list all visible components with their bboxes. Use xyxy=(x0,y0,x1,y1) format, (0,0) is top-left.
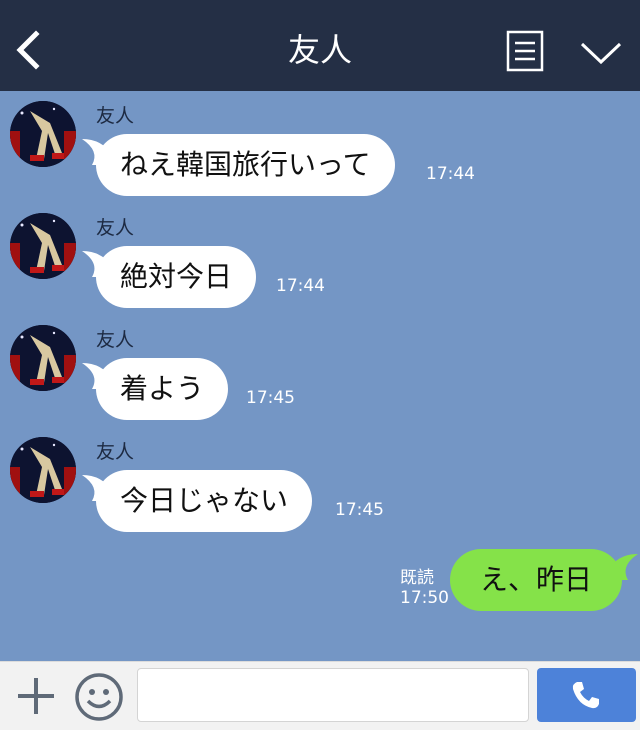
avatar-image xyxy=(10,213,76,279)
chat-header: 友人 xyxy=(0,0,640,91)
outgoing-message-bubble[interactable]: え、昨日 xyxy=(450,549,622,611)
message-time: 17:45 xyxy=(246,388,295,408)
avatar-image xyxy=(10,101,76,167)
message-row: 友人 今日じゃない 17:45 xyxy=(0,427,640,537)
sender-name: 友人 xyxy=(96,105,135,127)
smiley-icon xyxy=(75,673,123,721)
sender-name: 友人 xyxy=(96,217,135,239)
message-bubble[interactable]: 今日じゃない xyxy=(96,470,313,532)
emoji-button[interactable] xyxy=(74,672,124,722)
menu-list-icon xyxy=(506,30,544,72)
expand-button[interactable] xyxy=(578,38,624,68)
menu-button[interactable] xyxy=(506,30,544,72)
chevron-down-icon xyxy=(580,42,622,65)
read-receipt: 既読 xyxy=(400,568,434,588)
avatar[interactable] xyxy=(10,437,76,503)
message-time: 17:44 xyxy=(426,164,475,184)
avatar[interactable] xyxy=(10,101,76,167)
avatar-image xyxy=(10,437,76,503)
sender-name: 友人 xyxy=(96,441,135,463)
message-time: 17:50 xyxy=(400,588,449,608)
outgoing-message-row: 既読 17:50 え、昨日 xyxy=(0,546,640,616)
message-row: 友人 絶対今日 17:44 xyxy=(0,203,640,313)
message-input[interactable] xyxy=(137,668,529,722)
message-row: 友人 ねえ韓国旅行いって 17:44 xyxy=(0,91,640,201)
chat-area[interactable]: 友人 ねえ韓国旅行いって 17:44 友人 絶対今日 17:44 友人 着よう … xyxy=(0,91,640,661)
message-bubble[interactable]: ねえ韓国旅行いって xyxy=(96,134,395,196)
message-row: 友人 着よう 17:45 xyxy=(0,315,640,425)
message-time: 17:44 xyxy=(276,276,325,296)
phone-icon xyxy=(572,682,599,709)
avatar[interactable] xyxy=(10,213,76,279)
sender-name: 友人 xyxy=(96,329,135,351)
chat-title: 友人 xyxy=(287,31,352,69)
message-bubble[interactable]: 着よう xyxy=(96,358,229,420)
message-bubble[interactable]: 絶対今日 xyxy=(96,246,257,308)
message-time: 17:45 xyxy=(335,500,384,520)
add-button[interactable] xyxy=(14,674,58,718)
call-button[interactable] xyxy=(537,668,636,722)
plus-icon xyxy=(18,678,54,714)
avatar-image xyxy=(10,325,76,391)
input-bar xyxy=(0,661,640,730)
avatar[interactable] xyxy=(10,325,76,391)
